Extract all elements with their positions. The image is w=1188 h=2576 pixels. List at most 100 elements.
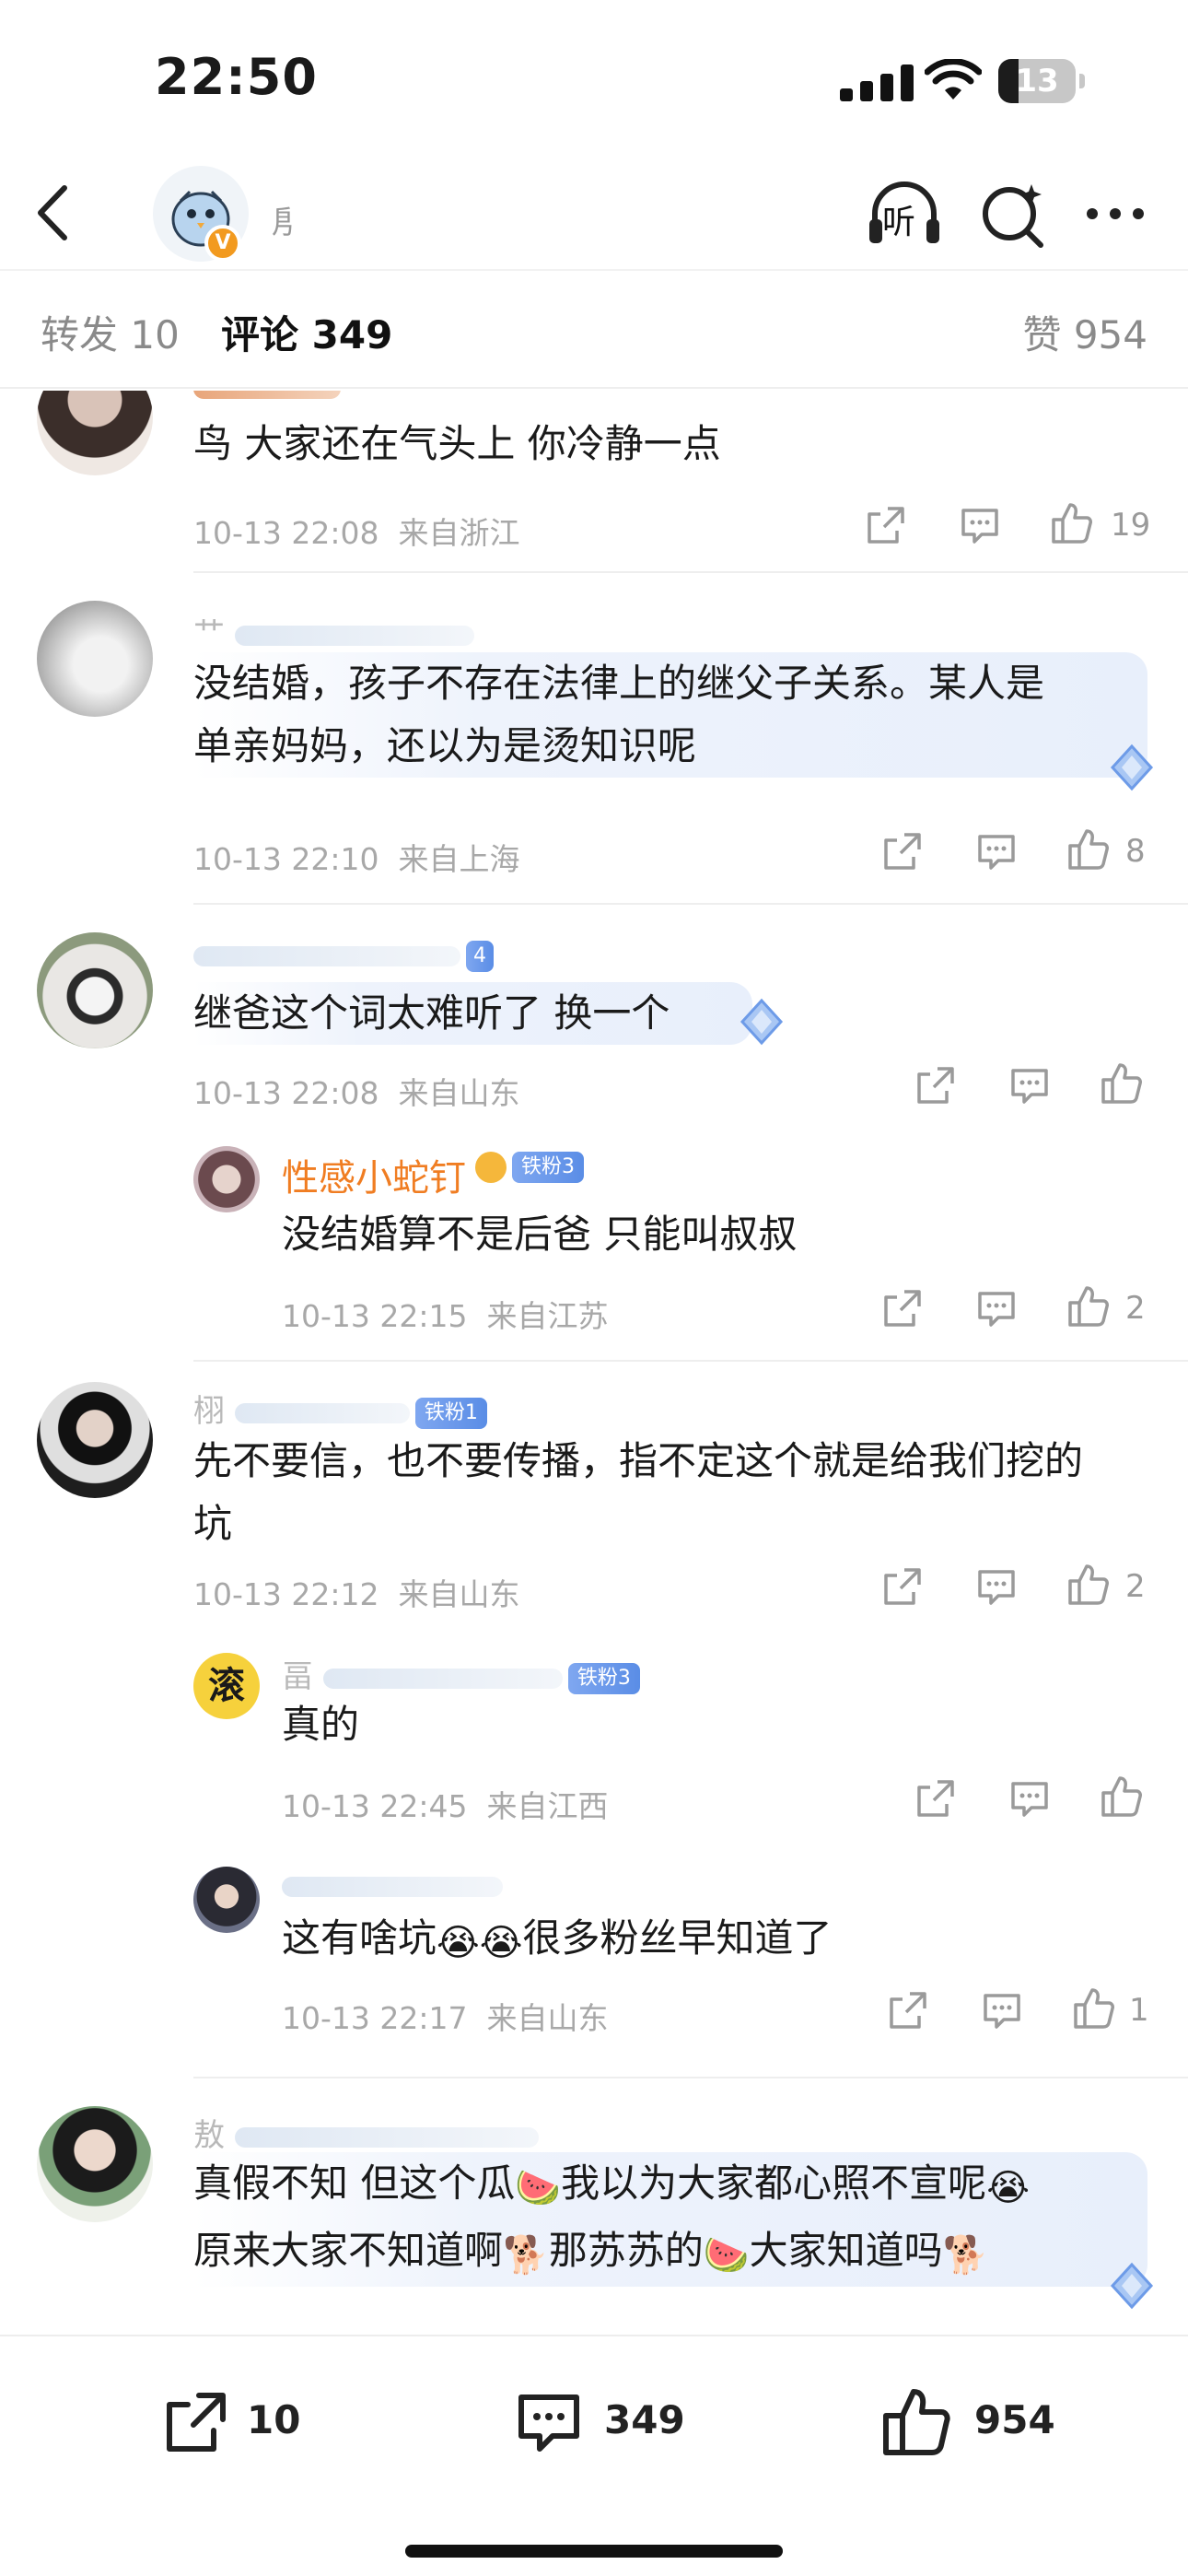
reply-icon[interactable]: [958, 503, 1002, 547]
like-count: 1: [1129, 1992, 1149, 2029]
comment-text: 真假不知 但这个瓜🍉我以为大家都心照不宣呢😭 原来大家不知道啊🐕那苏苏的🍉大家知…: [193, 2152, 1147, 2287]
share-icon[interactable]: [886, 1988, 930, 2032]
avatar-text: 滚: [208, 1665, 245, 1707]
dog-emoji-icon: 🐕: [942, 2234, 989, 2277]
tab-reposts[interactable]: 转发 10: [41, 304, 180, 360]
like-count: 2: [1125, 1568, 1146, 1605]
comment-location: 来自浙江: [398, 515, 520, 551]
comment-text: 鸟 大家还在气头上 你冷静一点: [193, 421, 721, 466]
reply-icon[interactable]: [980, 1988, 1024, 2032]
commenter-avatar[interactable]: [37, 391, 153, 475]
comment-meta: 10-13 22:10 来自上海: [193, 835, 519, 879]
commenter-avatar[interactable]: [37, 1382, 153, 1498]
back-arrow-icon[interactable]: [28, 181, 83, 245]
like-icon[interactable]: [1050, 501, 1094, 545]
tab-comments[interactable]: 评论 349: [221, 304, 392, 360]
share-icon[interactable]: [880, 1564, 925, 1609]
reply-avatar[interactable]: 滚: [193, 1653, 260, 1719]
like-icon[interactable]: [1066, 1284, 1111, 1329]
crying-emoji-icon: 😭: [986, 2167, 1030, 2209]
reply-text-part: 这有啥坑: [282, 1915, 437, 1961]
commenter-avatar[interactable]: [37, 601, 153, 717]
comment-text-line: 原来大家不知道啊🐕那苏苏的🍉大家知道吗🐕: [193, 2219, 1147, 2287]
comment-divider: [193, 2077, 1188, 2078]
commenter-name[interactable]: 敖: [193, 2110, 539, 2155]
share-icon[interactable]: [880, 829, 925, 873]
reply-text: 真的: [282, 1702, 360, 1747]
like-icon[interactable]: [1066, 1563, 1111, 1607]
comment-text-line: 单亲妈妈，还以为是烫知识呢: [193, 723, 697, 768]
share-icon[interactable]: [880, 1286, 925, 1330]
tab-likes[interactable]: 赞 954: [1022, 304, 1147, 360]
comment-meta: 10-13 22:08 来自山东: [193, 1069, 519, 1113]
reply-name[interactable]: 畐 铁粉3: [282, 1651, 640, 1696]
like-icon[interactable]: [880, 2386, 954, 2460]
comment-text-line: 坑: [193, 1501, 233, 1546]
crying-emoji-icon: 😭: [437, 1922, 480, 1964]
reply-badges: 铁粉3: [475, 1152, 584, 1183]
reply-time: 10-13 22:15: [282, 1298, 468, 1334]
home-indicator[interactable]: [405, 2545, 783, 2558]
reply-avatar[interactable]: [193, 1867, 260, 1933]
reply-time: 10-13 22:17: [282, 2000, 468, 2036]
share-icon[interactable]: [914, 1776, 958, 1821]
reply-avatar[interactable]: [193, 1146, 260, 1212]
status-time: 22:50: [155, 48, 318, 106]
status-bar: 22:50 13: [0, 0, 1188, 157]
like-icon[interactable]: [1072, 1986, 1116, 2031]
tabs-bar: 转发 10 评论 349 赞 954: [0, 269, 1188, 389]
reply-icon[interactable]: [1007, 1063, 1052, 1107]
like-icon[interactable]: [1066, 827, 1111, 872]
reply-icon[interactable]: [1007, 1776, 1052, 1821]
reply-meta: 10-13 22:17 来自山东: [282, 1994, 608, 2038]
commenter-avatar[interactable]: [37, 932, 153, 1048]
comment-text-part: 真假不知 但这个瓜: [193, 2160, 516, 2206]
battery-level: 13: [1015, 63, 1059, 100]
reply-location: 来自江苏: [486, 1298, 609, 1334]
comment-location: 来自山东: [398, 1576, 520, 1612]
reply-icon[interactable]: [974, 1286, 1019, 1330]
comment-icon[interactable]: [512, 2386, 586, 2460]
reply-text: 这有啥坑😭😭很多粉丝早知道了: [282, 1907, 833, 1974]
comment-meta: 10-13 22:12 来自山东: [193, 1570, 519, 1614]
wifi-icon: [925, 59, 982, 100]
commenter-name[interactable]: [193, 391, 341, 405]
comment-location: 来自上海: [398, 841, 520, 877]
commenter-name[interactable]: 艹: [193, 608, 474, 653]
author-name[interactable]: 㐆: [267, 197, 298, 242]
comment-time: 10-13 22:08: [193, 1075, 379, 1111]
comment-location: 来自山东: [398, 1075, 520, 1111]
comment-list: 鸟 大家还在气头上 你冷静一点 10-13 22:08 来自浙江 19 艹 没结…: [0, 391, 1188, 2335]
reply-icon[interactable]: [974, 1564, 1019, 1609]
nav-bar: V 㐆 听: [0, 157, 1188, 267]
cellular-signal-icon: [840, 64, 915, 101]
reply-name[interactable]: 性感小蛇钉: [282, 1148, 466, 1201]
more-options-icon[interactable]: [1083, 203, 1147, 225]
like-count[interactable]: 954: [974, 2397, 1055, 2442]
reply-name[interactable]: [282, 1867, 503, 1903]
comment-count[interactable]: 349: [604, 2397, 685, 2442]
verified-badge: V: [204, 225, 241, 262]
repost-icon[interactable]: [158, 2386, 232, 2460]
commenter-avatar[interactable]: [37, 2106, 153, 2222]
commenter-name[interactable]: 栩 铁粉1: [193, 1386, 487, 1431]
fan-badge: 铁粉3: [567, 1662, 640, 1694]
like-count: 19: [1111, 507, 1151, 544]
like-icon[interactable]: [1100, 1061, 1144, 1106]
diamond-sparkle-icon: [1110, 2262, 1154, 2310]
reply-meta: 10-13 22:15 来自江苏: [282, 1292, 608, 1336]
comment-meta: 10-13 22:08 来自浙江: [193, 509, 519, 553]
fan-badge: 铁粉3: [512, 1152, 584, 1183]
search-sparkle-icon[interactable]: [978, 179, 1048, 249]
like-icon[interactable]: [1100, 1774, 1144, 1819]
dog-emoji-icon: 🐕: [503, 2234, 549, 2277]
bottom-action-bar: 10 349 954: [0, 2335, 1188, 2576]
share-icon[interactable]: [864, 503, 908, 547]
diamond-sparkle-icon: [740, 998, 784, 1046]
commenter-name[interactable]: 4: [193, 936, 494, 973]
comment-text-part: 原来大家不知道啊: [193, 2228, 504, 2273]
diamond-sparkle-icon: [1110, 744, 1154, 791]
share-icon[interactable]: [914, 1063, 958, 1107]
reply-icon[interactable]: [974, 829, 1019, 873]
repost-count[interactable]: 10: [247, 2397, 300, 2442]
